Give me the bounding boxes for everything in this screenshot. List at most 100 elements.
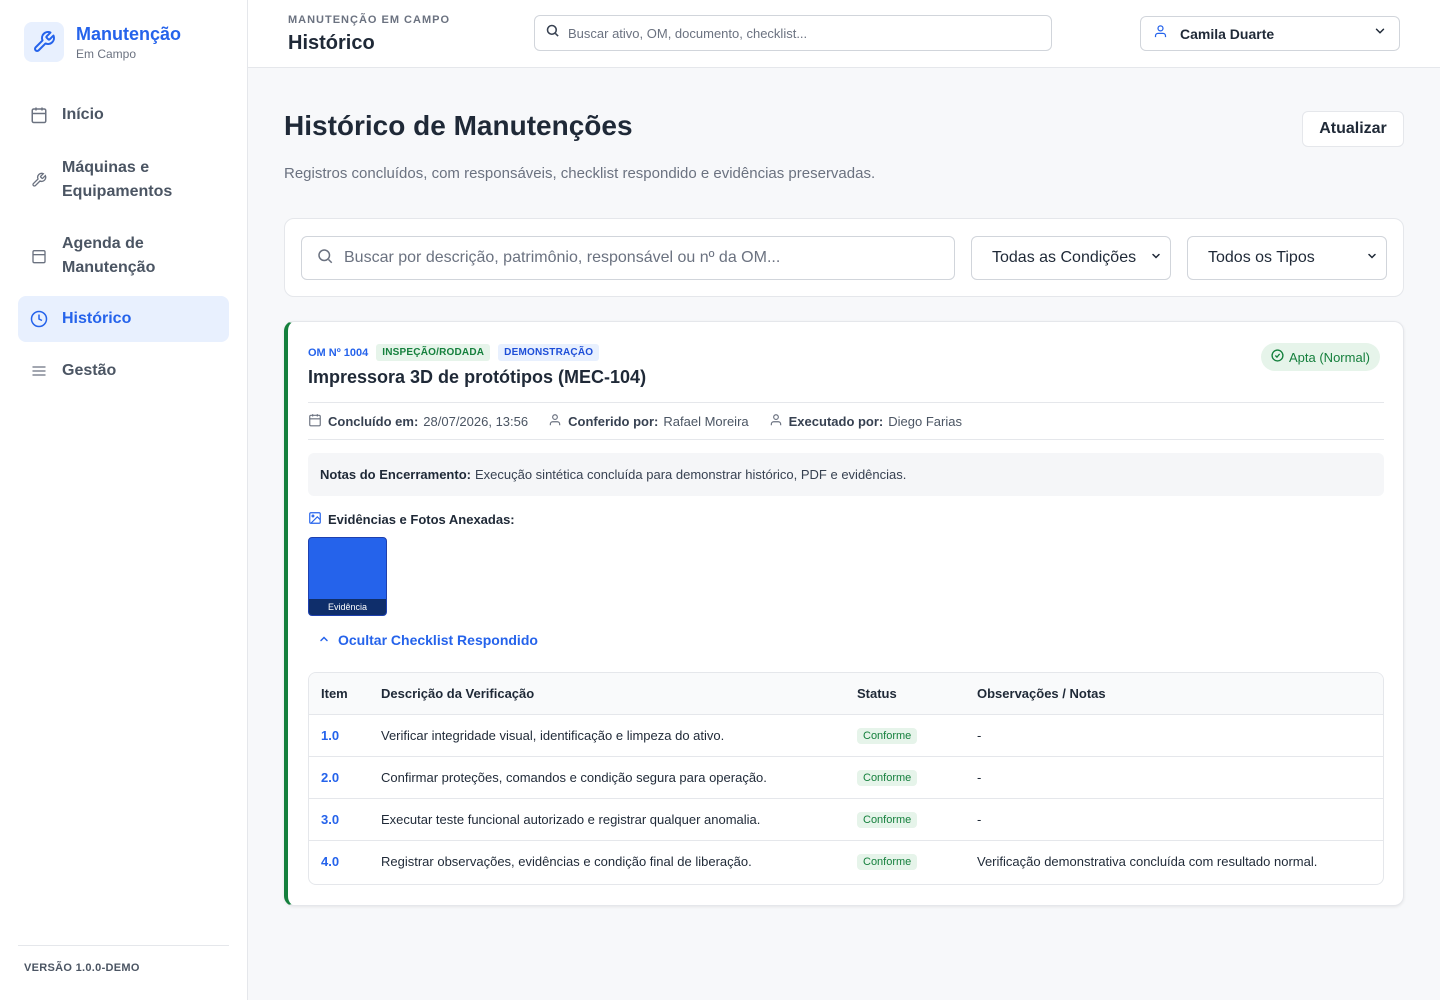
condition-select-value: Todas as Condições [992,249,1137,266]
global-search[interactable] [534,15,1052,51]
user-icon [548,413,562,430]
column-header: Item [309,673,369,715]
item-description: Verificar integridade visual, identifica… [369,714,845,757]
toggle-checklist-button[interactable]: Ocultar Checklist Respondido [318,632,538,648]
sidebar-item-gestao[interactable]: Gestão [18,348,229,394]
user-name: Camila Duarte [1180,25,1275,42]
item-description: Executar teste funcional autorizado e re… [369,798,845,841]
chevron-down-icon [1366,249,1378,267]
toggle-checklist-label: Ocultar Checklist Respondido [338,632,538,648]
brand-title: Manutenção [76,24,182,44]
closing-notes: Notas do Encerramento: Execução sintétic… [308,453,1384,496]
wrench-logo-icon [24,22,64,62]
checklist-table: Item Descrição da Verificação Status Obs… [308,672,1384,885]
clock-icon [30,310,48,328]
item-number: 3.0 [309,798,369,841]
table-row: 3.0 Executar teste funcional autorizado … [309,798,1383,841]
chevron-down-icon [1150,249,1162,267]
sidebar-nav: Início Máquinas e Equipamentos Agenda de… [18,92,229,394]
type-tag: INSPEÇÃO/RODADA [376,344,491,361]
check-circle-icon [1271,349,1284,365]
version-label: VERSÃO 1.0.0-DEMO [18,945,229,1000]
chevron-up-icon [318,632,330,648]
column-header: Observações / Notas [965,673,1383,715]
item-notes: - [965,714,1383,757]
refresh-button[interactable]: Atualizar [1302,111,1404,147]
topbar-title: Histórico [288,32,375,54]
calendar-grid-icon [30,247,48,265]
record-search-input[interactable] [344,249,934,267]
status-label: Apta (Normal) [1289,349,1370,365]
status-badge: Conforme [857,853,918,870]
sidebar: Manutenção Em Campo Início Máquinas e Eq… [0,0,248,1000]
executed-meta: Executado por: Diego Farias [769,413,962,430]
sidebar-item-label: Gestão [62,362,117,379]
record-meta: Concluído em: 28/07/2026, 13:56 Conferid… [308,402,1384,440]
item-description: Registrar observações, evidências e cond… [381,853,752,869]
checked-meta: Conferido por: Rafael Moreira [548,413,749,430]
column-header: Status [845,673,965,715]
brand[interactable]: Manutenção Em Campo [24,22,181,62]
item-number: 1.0 [309,714,369,757]
status-badge: Conforme [857,811,918,828]
completed-label: Concluído em: [328,413,419,429]
filter-bar: Todas as Condições Todos os Tipos [284,218,1404,297]
topbar: MANUTENÇÃO EM CAMPO Histórico Camila Dua… [248,0,1440,68]
wrench-icon [30,171,48,189]
sidebar-item-historico[interactable]: Histórico [18,296,229,342]
status-badge: Conforme [857,727,918,744]
column-header: Descrição da Verificação [369,673,845,715]
sidebar-item-label: Histórico [62,310,132,327]
type-select-value: Todos os Tipos [1208,249,1315,266]
evidence-caption: Evidência [309,599,386,615]
sidebar-item-maquinas[interactable]: Máquinas e Equipamentos [18,148,229,212]
sidebar-item-label: Agenda de Manutenção [62,235,156,276]
sidebar-item-inicio[interactable]: Início [18,92,229,138]
om-number: OM Nº 1004 [308,346,369,359]
notes-label: Notas do Encerramento: [320,467,471,482]
completed-meta: Concluído em: 28/07/2026, 13:56 [308,413,528,430]
record-title: Impressora 3D de protótipos (MEC-104) [308,367,647,387]
table-header-row: Item Descrição da Verificação Status Obs… [309,673,1383,715]
demo-tag: DEMONSTRAÇÃO [498,344,600,361]
table-row: 2.0 Confirmar proteções, comandos e cond… [309,756,1383,799]
executed-value: Diego Farias [888,413,962,429]
calendar-icon [30,106,48,124]
notes-value: Execução sintética concluída para demons… [474,467,907,482]
item-notes: Verificação demonstrativa concluída com … [977,853,1318,869]
evidence-thumbnail[interactable]: Evidência [308,537,387,616]
table-row: 1.0 Verificar integridade visual, identi… [309,714,1383,757]
executed-label: Executado por: [788,413,884,429]
user-icon [769,413,783,430]
search-icon [316,247,334,270]
search-icon [545,23,560,43]
item-number: 4.0 [321,853,340,869]
condition-select[interactable]: Todas as Condições [971,236,1171,280]
item-notes: - [965,798,1383,841]
table-row: 4.0 Registrar observações, evidências e … [309,840,1383,882]
user-icon [1153,24,1168,44]
evidence-heading: Evidências e Fotos Anexadas: [308,511,515,528]
item-description: Confirmar proteções, comandos e condição… [369,756,845,799]
breadcrumb: MANUTENÇÃO EM CAMPO [288,14,450,26]
record-search[interactable] [301,236,955,280]
maintenance-record-card: OM Nº 1004 INSPEÇÃO/RODADA DEMONSTRAÇÃO … [284,321,1404,906]
item-number: 2.0 [309,756,369,799]
image-icon [308,511,322,528]
type-select[interactable]: Todos os Tipos [1187,236,1387,280]
page-title: Histórico de Manutenções [284,110,633,141]
evidence-heading-label: Evidências e Fotos Anexadas: [328,512,515,527]
user-menu[interactable]: Camila Duarte [1140,16,1400,51]
calendar-icon [308,413,322,430]
checked-value: Rafael Moreira [663,413,749,429]
sidebar-item-agenda[interactable]: Agenda de Manutenção [18,224,229,288]
chevron-down-icon [1373,24,1387,43]
completed-value: 28/07/2026, 13:56 [423,413,529,429]
global-search-input[interactable] [568,25,1028,41]
sidebar-item-label: Máquinas e Equipamentos [62,159,173,200]
menu-icon [30,362,48,380]
checked-label: Conferido por: [568,413,659,429]
status-badge: Conforme [857,769,918,786]
sidebar-item-label: Início [62,106,104,123]
status-badge: Apta (Normal) [1261,343,1380,371]
